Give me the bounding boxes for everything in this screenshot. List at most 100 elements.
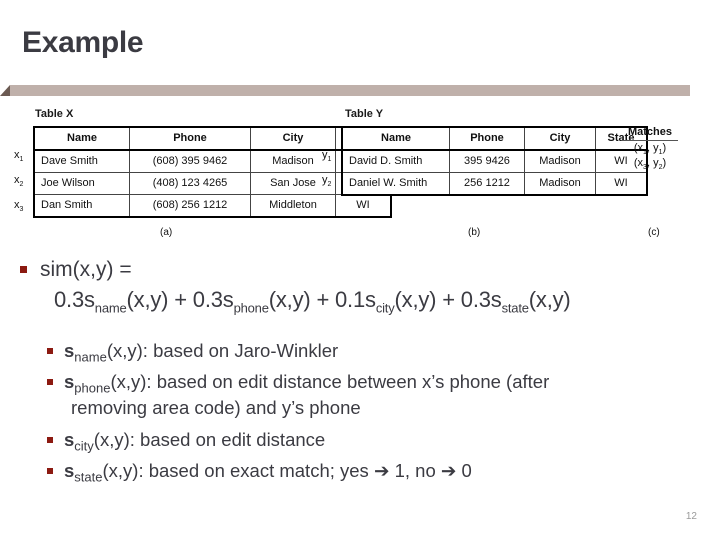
cell-name: Joe Wilson	[33, 172, 130, 195]
formula-term-4-sub: state	[501, 300, 529, 316]
cell-phone: (408) 123 4265	[129, 172, 251, 195]
cell-name: Dave Smith	[33, 149, 130, 173]
match-y-sub: 1	[658, 149, 663, 157]
sub-bullet-text: : based on exact match; yes ➔ 1, no ➔ 0	[138, 460, 472, 481]
table-row: Dave Smith (608) 395 9462 Madison WI	[33, 149, 392, 173]
formula-term-3-args: (x,y)	[394, 287, 437, 312]
table-row: Joe Wilson (408) 123 4265 San Jose CA	[33, 172, 392, 195]
cell-city: Madison	[524, 172, 596, 196]
cell-city: Middleton	[250, 194, 336, 218]
table-x-row-label-2: x2	[14, 174, 23, 188]
sub-bullet-subscript: state	[74, 469, 103, 485]
bullet-square-icon	[47, 468, 53, 474]
figure-subcaption-a: (a)	[160, 227, 173, 238]
match-y-sub: 2	[658, 164, 663, 172]
formula-term-3-sub: city	[375, 300, 395, 316]
bullet-square-icon	[47, 437, 53, 443]
title-divider	[0, 85, 690, 96]
table-y-caption: Table Y	[345, 108, 384, 120]
cell-phone: (608) 395 9462	[129, 149, 251, 173]
main-bullet-text: sim(x,y) =	[40, 258, 132, 281]
bullet-square-icon	[47, 348, 53, 354]
row-label-sub: 2	[327, 181, 332, 189]
column-header-name: Name	[33, 126, 130, 151]
column-header-city: City	[250, 126, 336, 151]
table-row: Dan Smith (608) 256 1212 Middleton WI	[33, 194, 392, 218]
sub-bullet-text: : based on Jaro-Winkler	[142, 340, 339, 361]
table-y-row-label-2: y2	[322, 174, 331, 188]
match-pair-2: (x3, y2)	[633, 157, 667, 172]
cell-city: Madison	[524, 149, 596, 173]
formula-term-1-coef: 0.3s	[54, 287, 95, 312]
sub-bullet-args: (x,y)	[106, 340, 143, 361]
sub-bullet-args: (x,y)	[102, 460, 139, 481]
sub-bullet-subscript: city	[74, 438, 94, 454]
page-title: Example	[22, 26, 144, 59]
sub-bullet-subscript: name	[74, 349, 107, 365]
formula-plus-3: +	[442, 287, 455, 312]
row-label-sub: 2	[19, 181, 24, 189]
sub-bullet-city: scity(x,y): based on edit distance	[47, 429, 325, 454]
row-label-sub: 1	[19, 156, 24, 164]
bullet-square-icon	[20, 266, 27, 273]
row-label-sub: 3	[19, 206, 24, 214]
figure-region: Table X x1 x2 x3 Name Phone City State D…	[0, 108, 720, 248]
cell-state: WI	[595, 172, 648, 196]
sub-bullet-symbol: s	[64, 340, 75, 361]
figure-subcaption-c: (c)	[648, 227, 660, 238]
sub-bullet-text: : based on edit distance	[129, 429, 326, 450]
divider-bar	[10, 85, 690, 96]
formula-term-2-args: (x,y)	[268, 287, 311, 312]
formula-term-4-coef: 0.3s	[460, 287, 502, 312]
sub-bullet-args: (x,y)	[110, 371, 147, 392]
row-label-sub: 1	[327, 156, 332, 164]
cell-phone: 256 1212	[449, 172, 525, 196]
column-header-name: Name	[341, 126, 450, 151]
table-header-row: Name Phone City State	[33, 126, 392, 151]
page-number: 12	[685, 511, 697, 522]
sub-bullet-phone: sphone(x,y): based on edit distance betw…	[47, 371, 549, 396]
bullet-square-icon	[47, 379, 53, 385]
table-y: Name Phone City State David D. Smith 395…	[341, 126, 648, 196]
figure-subcaption-b: (b)	[468, 227, 481, 238]
table-x-row-label-1: x1	[14, 149, 23, 163]
cell-name: Dan Smith	[33, 194, 130, 218]
cell-state: WI	[335, 194, 392, 218]
match-pair-1: (x1, y1)	[633, 142, 667, 157]
table-x: Name Phone City State Dave Smith (608) 3…	[33, 126, 392, 218]
formula-term-2-sub: phone	[233, 300, 269, 316]
column-header-city: City	[524, 126, 596, 151]
column-header-phone: Phone	[449, 126, 525, 151]
formula-term-2-coef: 0.3s	[192, 287, 234, 312]
table-header-row: Name Phone City State	[341, 126, 648, 151]
table-y-row-label-1: y1	[322, 149, 331, 163]
similarity-formula: 0.3sname(x,y) + 0.3sphone(x,y) + 0.1scit…	[54, 287, 571, 315]
sub-bullet-state: sstate(x,y): based on exact match; yes ➔…	[47, 460, 472, 485]
cell-phone: (608) 256 1212	[129, 194, 251, 218]
formula-plus-2: +	[316, 287, 330, 312]
table-x-caption: Table X	[35, 108, 74, 120]
formula-term-1-args: (x,y)	[126, 287, 169, 312]
divider-triangle-icon	[0, 85, 10, 96]
table-row: David D. Smith 395 9426 Madison WI	[341, 149, 648, 173]
sub-bullet-subscript: phone	[74, 380, 111, 396]
match-x-sub: 3	[643, 164, 647, 172]
table-x-row-label-3: x3	[14, 199, 23, 213]
formula-plus-1: +	[174, 287, 187, 312]
sub-bullet-symbol: s	[64, 429, 75, 450]
formula-term-4-args: (x,y)	[528, 287, 571, 312]
column-header-phone: Phone	[129, 126, 251, 151]
sub-bullet-text: : based on edit distance between x’s pho…	[146, 371, 550, 392]
formula-term-1-sub: name	[94, 300, 127, 316]
matches-block: Matches (x1, y1) (x3, y2)	[610, 126, 690, 171]
sub-bullet-args: (x,y)	[93, 429, 130, 450]
cell-phone: 395 9426	[449, 149, 525, 173]
cell-name: David D. Smith	[341, 149, 450, 173]
sub-bullet-phone-continuation: removing area code) and y’s phone	[71, 397, 361, 418]
main-bullet-row: sim(x,y) =	[20, 258, 132, 282]
matches-header: Matches	[621, 126, 679, 141]
sub-bullet-symbol: s	[64, 371, 75, 392]
sub-bullet-symbol: s	[64, 460, 75, 481]
sub-bullet-name: sname(x,y): based on Jaro-Winkler	[47, 340, 338, 365]
cell-name: Daniel W. Smith	[341, 172, 450, 196]
